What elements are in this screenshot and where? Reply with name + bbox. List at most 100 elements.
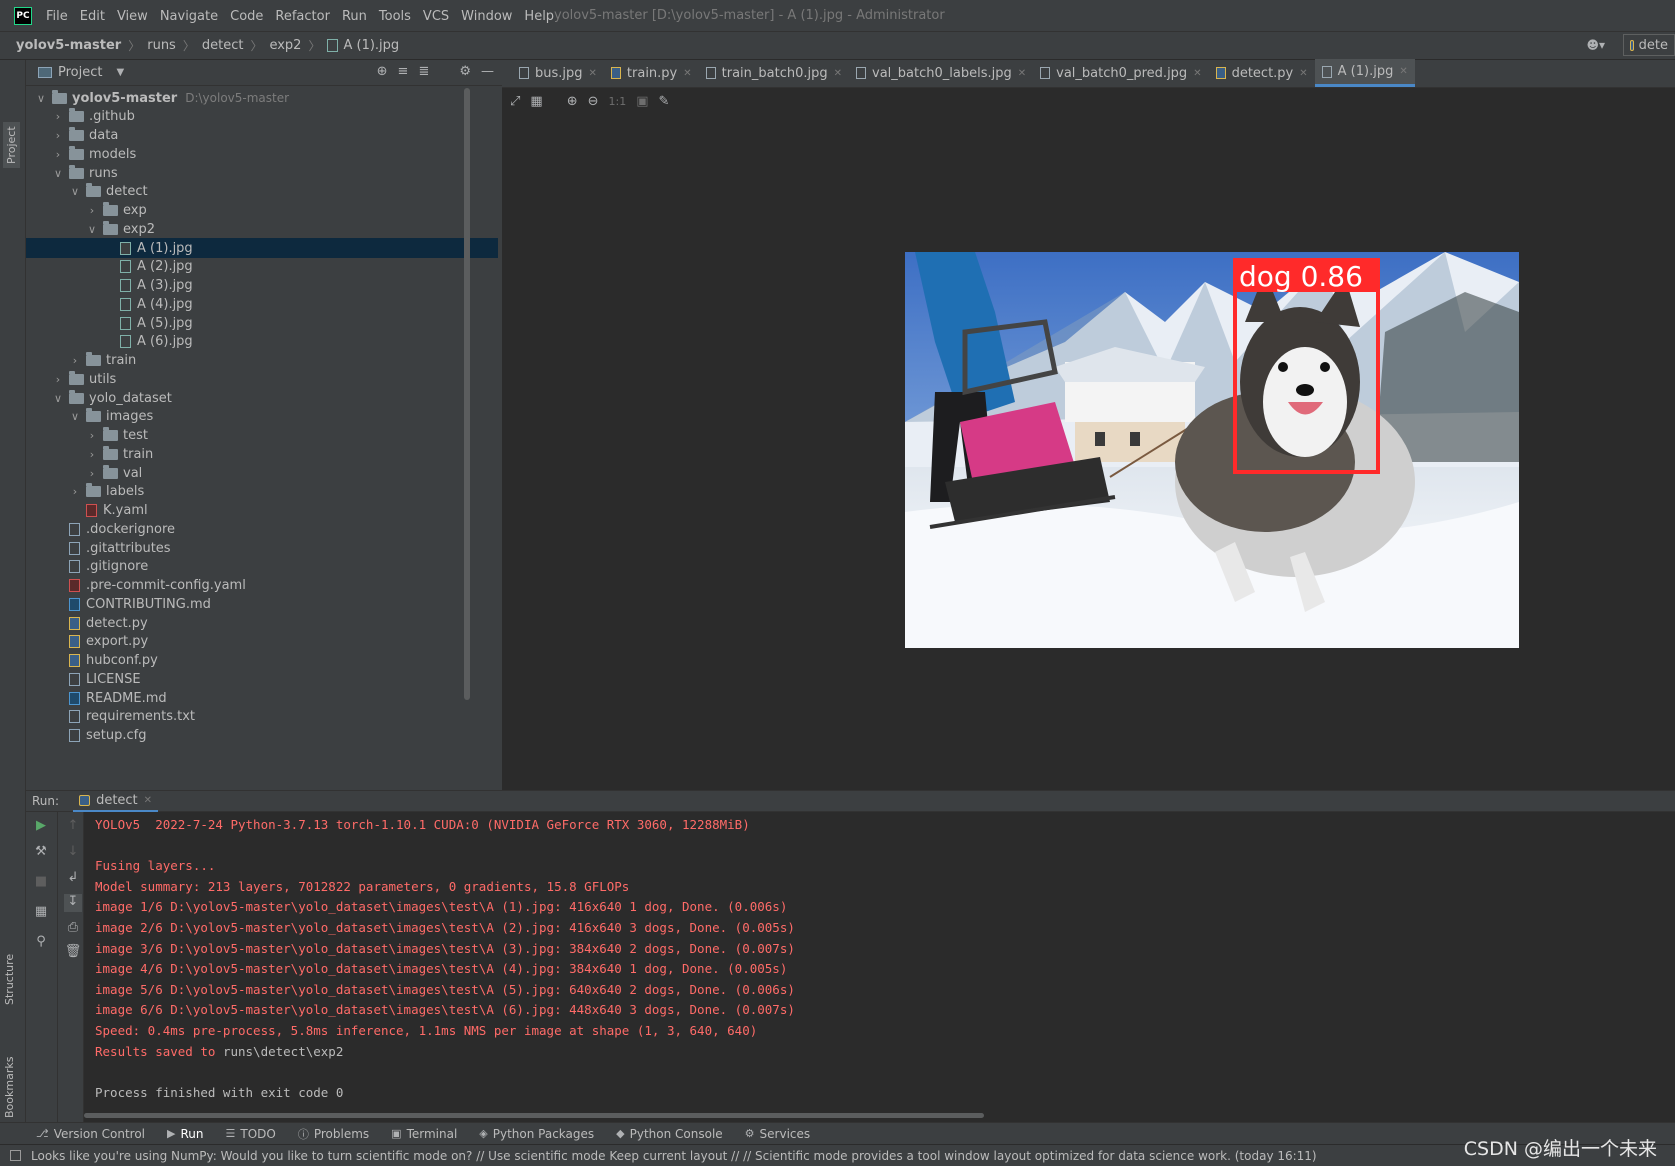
tree-file[interactable]: detect.py xyxy=(26,613,498,633)
chevron-down-icon[interactable]: ∨ xyxy=(68,185,82,198)
tree-folder[interactable]: ∨ runs xyxy=(26,163,498,183)
user-icon[interactable]: ☻▾ xyxy=(1586,38,1605,52)
close-icon[interactable]: ✕ xyxy=(1193,68,1201,79)
chevron-right-icon[interactable]: › xyxy=(68,354,82,367)
tree-file[interactable]: A (1).jpg xyxy=(26,238,498,258)
project-scrollbar[interactable] xyxy=(464,88,470,700)
chevron-right-icon[interactable]: › xyxy=(85,448,99,461)
breadcrumb-item[interactable]: detect xyxy=(202,38,244,53)
chevron-down-icon[interactable]: ∨ xyxy=(85,223,99,236)
tree-file[interactable]: export.py xyxy=(26,632,498,652)
breadcrumb-item[interactable]: runs xyxy=(147,38,176,53)
close-icon[interactable]: ✕ xyxy=(1018,68,1026,79)
arrow-up-icon[interactable]: ↑ xyxy=(64,818,82,836)
background-icon[interactable]: ▣ xyxy=(636,94,648,109)
chevron-right-icon[interactable]: › xyxy=(51,373,65,386)
bookmarks-tool-button[interactable]: Bookmarks xyxy=(3,1057,16,1118)
close-icon[interactable]: ✕ xyxy=(144,795,152,806)
tree-file[interactable]: LICENSE xyxy=(26,669,498,689)
close-icon[interactable]: ✕ xyxy=(1299,68,1307,79)
chevron-right-icon[interactable]: › xyxy=(68,485,82,498)
zoom-in-icon[interactable]: ⊕ xyxy=(567,94,578,109)
chevron-down-icon[interactable]: ∨ xyxy=(51,167,65,180)
close-icon[interactable]: ✕ xyxy=(589,68,597,79)
toolwindow-version-control[interactable]: ⎇ Version Control xyxy=(36,1127,145,1141)
wrench-icon[interactable]: ⚒ xyxy=(32,844,50,862)
toolwindow-todo[interactable]: ☰ TODO xyxy=(226,1127,276,1141)
tree-folder[interactable]: › labels xyxy=(26,482,498,502)
menu-item-run[interactable]: Run xyxy=(342,9,367,24)
zoom-out-icon[interactable]: ⊖ xyxy=(588,94,599,109)
print-icon[interactable]: ⎙ xyxy=(64,920,82,938)
tree-file[interactable]: A (4).jpg xyxy=(26,294,498,314)
tree-folder[interactable]: › data xyxy=(26,126,498,146)
structure-tool-button[interactable]: Structure xyxy=(3,954,16,1005)
tree-folder[interactable]: › val xyxy=(26,463,498,483)
close-icon[interactable]: ✕ xyxy=(683,68,691,79)
project-view-selector[interactable]: Project ▼ xyxy=(38,65,124,80)
expand-all-icon[interactable]: ≡ xyxy=(398,64,409,79)
editor-tab[interactable]: train.py ✕ xyxy=(604,59,699,87)
run-config-selector[interactable]: dete xyxy=(1623,34,1675,56)
tree-file[interactable]: requirements.txt xyxy=(26,707,498,727)
editor-tab[interactable]: val_batch0_pred.jpg ✕ xyxy=(1033,59,1208,87)
grid-icon[interactable]: ▦ xyxy=(530,94,542,109)
stop-icon[interactable]: ■ xyxy=(32,874,50,892)
tree-folder[interactable]: › test xyxy=(26,426,498,446)
editor-tab[interactable]: detect.py ✕ xyxy=(1209,59,1315,87)
toolwindow-services[interactable]: ⚙ Services xyxy=(745,1127,810,1141)
toolwindow-python-console[interactable]: ◆ Python Console xyxy=(616,1127,723,1141)
layout-icon[interactable]: ▦ xyxy=(32,904,50,922)
chevron-right-icon[interactable]: › xyxy=(85,204,99,217)
menu-item-refactor[interactable]: Refactor xyxy=(275,9,330,24)
tree-file[interactable]: A (5).jpg xyxy=(26,313,498,333)
color-picker-icon[interactable]: ✎ xyxy=(659,94,670,109)
chevron-down-icon[interactable]: ∨ xyxy=(51,392,65,405)
chevron-right-icon[interactable]: › xyxy=(51,129,65,142)
breadcrumb-item[interactable]: A (1).jpg xyxy=(343,38,399,53)
tree-folder[interactable]: ∨ yolo_dataset xyxy=(26,388,498,408)
tree-folder[interactable]: › models xyxy=(26,144,498,164)
menu-item-code[interactable]: Code xyxy=(230,9,263,24)
tree-folder[interactable]: ∨ detect xyxy=(26,182,498,202)
chevron-down-icon[interactable]: ∨ xyxy=(68,410,82,423)
collapse-all-icon[interactable]: ≣ xyxy=(418,64,429,79)
fit-zoom-icon[interactable]: ⤢ xyxy=(510,94,520,109)
gear-icon[interactable]: ⚙ xyxy=(459,64,471,79)
project-tool-button[interactable]: Project xyxy=(3,122,20,168)
breadcrumb-item[interactable]: yolov5-master xyxy=(16,38,121,53)
arrow-down-icon[interactable]: ↓ xyxy=(64,844,82,862)
chevron-down-icon[interactable]: ∨ xyxy=(34,92,48,105)
tree-folder[interactable]: ∨ yolov5-master D:\yolov5-master xyxy=(26,88,498,108)
editor-tab[interactable]: val_batch0_labels.jpg ✕ xyxy=(849,59,1033,87)
status-message[interactable]: Looks like you're using NumPy: Would you… xyxy=(31,1149,1317,1163)
tree-file[interactable]: K.yaml xyxy=(26,501,498,521)
locate-icon[interactable]: ⊕ xyxy=(377,64,388,79)
tree-file[interactable]: .gitignore xyxy=(26,557,498,577)
tree-file[interactable]: .pre-commit-config.yaml xyxy=(26,576,498,596)
scroll-to-end-icon[interactable]: ↧ xyxy=(64,894,82,912)
tree-folder[interactable]: ∨ exp2 xyxy=(26,219,498,239)
toolwindow-run[interactable]: ▶ Run xyxy=(167,1127,203,1141)
soft-wrap-icon[interactable]: ↲ xyxy=(64,870,82,888)
close-icon[interactable]: ✕ xyxy=(834,68,842,79)
editor-tab[interactable]: bus.jpg ✕ xyxy=(512,59,604,87)
editor-tab[interactable]: A (1).jpg ✕ xyxy=(1314,59,1415,87)
toolwindow-terminal[interactable]: ▣ Terminal xyxy=(391,1127,457,1141)
tree-file[interactable]: hubconf.py xyxy=(26,651,498,671)
chevron-right-icon[interactable]: › xyxy=(85,429,99,442)
toolwindow-problems[interactable]: ⓘ Problems xyxy=(298,1126,369,1142)
rerun-icon[interactable]: ▶ xyxy=(32,818,50,836)
tree-folder[interactable]: › utils xyxy=(26,369,498,389)
breadcrumb-item[interactable]: exp2 xyxy=(269,38,301,53)
console-horizontal-scrollbar[interactable] xyxy=(84,1113,984,1118)
toolwindow-python-packages[interactable]: ◈ Python Packages xyxy=(479,1127,594,1141)
tree-folder[interactable]: › exp xyxy=(26,201,498,221)
trash-icon[interactable]: 🗑 xyxy=(64,944,82,962)
menu-item-file[interactable]: File xyxy=(46,9,68,24)
tree-file[interactable]: A (6).jpg xyxy=(26,332,498,352)
tree-folder[interactable]: › .github xyxy=(26,107,498,127)
tree-folder[interactable]: ∨ images xyxy=(26,407,498,427)
console-path-link[interactable]: runs\detect\exp2 xyxy=(223,1044,343,1059)
tree-file[interactable]: README.md xyxy=(26,688,498,708)
